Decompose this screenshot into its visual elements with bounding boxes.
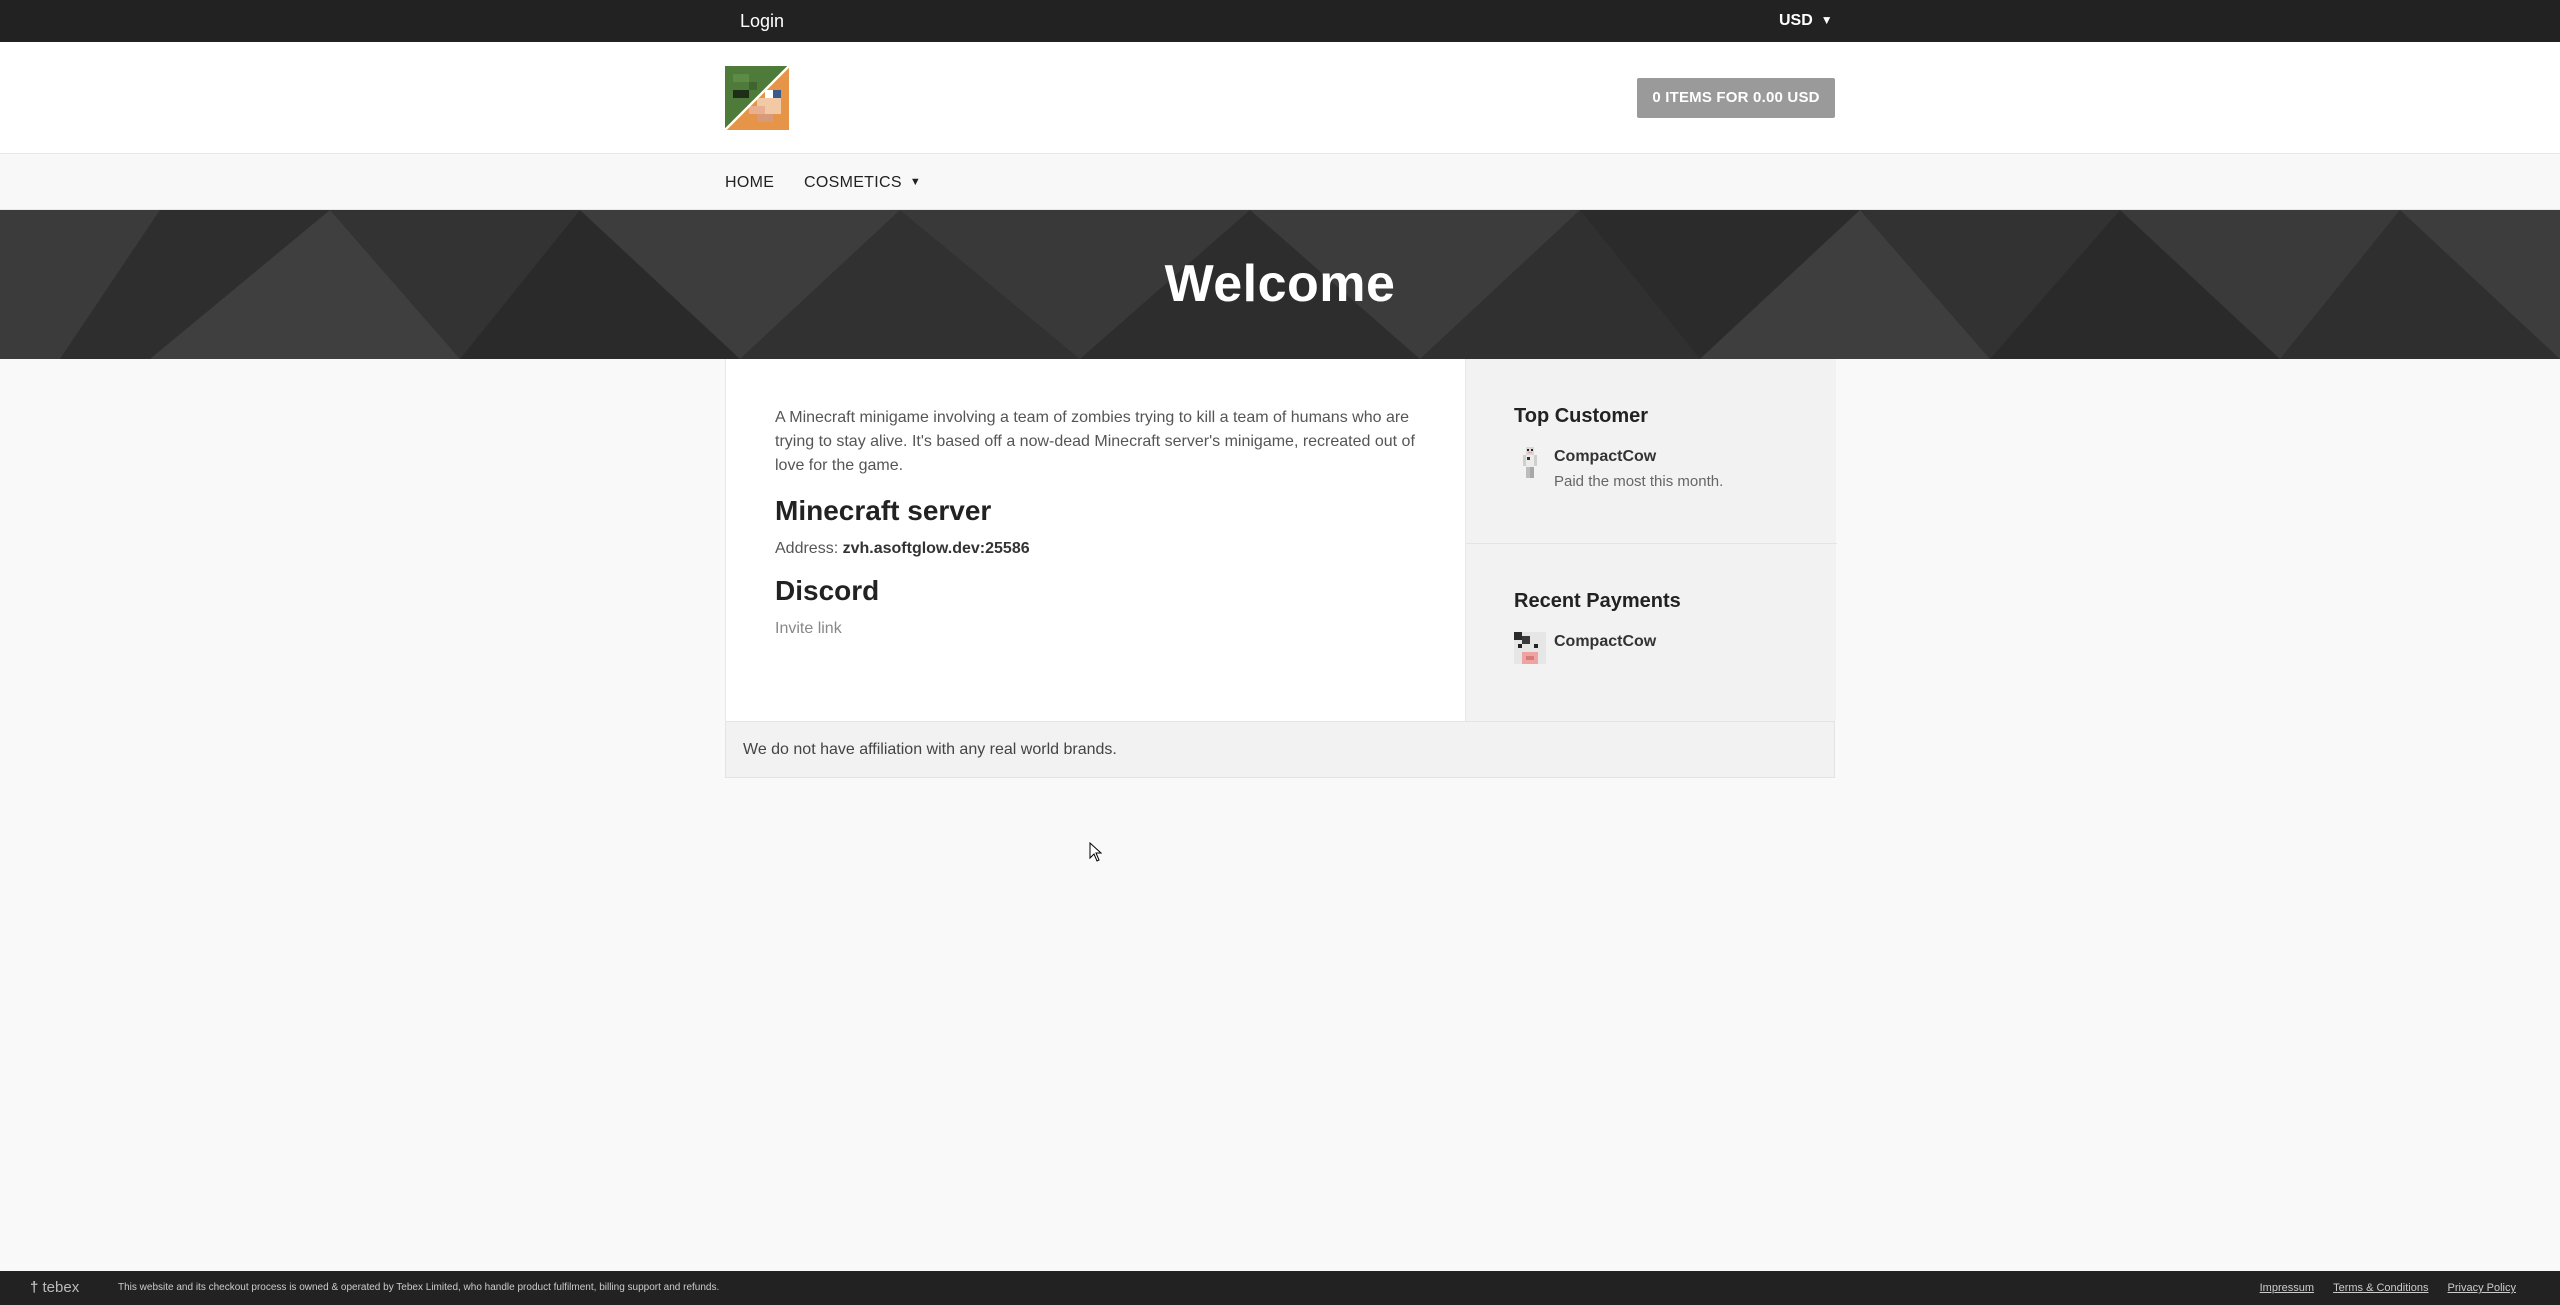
recent-payments-title: Recent Payments	[1514, 590, 1681, 612]
recent-payments-module: Recent Payments CompactCow	[1466, 544, 1837, 721]
store-description: A Minecraft minigame involving a team of…	[775, 409, 1415, 474]
tebex-logo[interactable]: † tebex	[30, 1271, 79, 1305]
content-area: A Minecraft minigame involving a team of…	[775, 406, 1415, 638]
server-address: Address: zvh.asoftglow.dev:25586	[775, 540, 1415, 558]
footer-links: Impressum Terms & Conditions Privacy Pol…	[2244, 1271, 2516, 1305]
nav-item-cosmetics[interactable]: COSMETICS ▼	[804, 155, 921, 210]
chevron-down-icon: ▼	[909, 176, 922, 188]
basket-button[interactable]: 0 ITEMS FOR 0.00 USD	[1637, 78, 1835, 118]
nav-item-home[interactable]: HOME	[725, 155, 774, 210]
footer-link-impressum[interactable]: Impressum	[2260, 1282, 2314, 1294]
chevron-down-icon: ▼	[1820, 13, 1833, 27]
tebex-wordmark: tebex	[42, 1279, 80, 1296]
top-customer-subtitle: Paid the most this month.	[1554, 473, 1724, 490]
avatar	[1514, 632, 1546, 664]
discord-heading: Discord	[775, 575, 880, 606]
store-logo[interactable]	[725, 66, 789, 130]
sidebar: Top Customer CompactCow Paid the most th…	[1465, 359, 1837, 721]
top-customer-title: Top Customer	[1514, 405, 1649, 427]
top-customer-module: Top Customer CompactCow Paid the most th…	[1466, 359, 1837, 544]
main-navigation: HOME COSMETICS ▼	[0, 155, 2560, 210]
top-bar: Login USD ▼	[0, 0, 2560, 42]
footer-link-privacy[interactable]: Privacy Policy	[2448, 1282, 2516, 1294]
nav-item-label: COSMETICS	[804, 174, 902, 191]
footer-link-terms[interactable]: Terms & Conditions	[2333, 1282, 2428, 1294]
login-link[interactable]: Login	[740, 0, 784, 42]
address-value: zvh.asoftglow.dev:25586	[842, 540, 1030, 557]
mouse-cursor-icon	[1089, 842, 1103, 862]
zombie-human-logo-icon	[725, 66, 789, 130]
address-label: Address:	[775, 540, 839, 557]
player-skin-icon	[1523, 447, 1537, 478]
avatar	[1514, 447, 1546, 479]
recent-payment-name[interactable]: CompactCow	[1554, 633, 1656, 651]
main-panel: A Minecraft minigame involving a team of…	[725, 359, 1837, 721]
discord-invite-link[interactable]: Invite link	[775, 620, 1415, 638]
affiliation-notice: We do not have affiliation with any real…	[725, 721, 1835, 778]
currency-selector[interactable]: USD ▼	[1779, 0, 1833, 42]
currency-label: USD	[1779, 12, 1813, 29]
top-customer-name[interactable]: CompactCow	[1554, 448, 1656, 466]
server-heading: Minecraft server	[775, 495, 992, 526]
footer: † tebex This website and its checkout pr…	[0, 1271, 2560, 1305]
header: 0 ITEMS FOR 0.00 USD	[0, 42, 2560, 154]
player-head-icon	[1514, 632, 1546, 664]
page-title: Welcome	[1164, 255, 1396, 313]
hero-banner: Welcome	[0, 210, 2560, 359]
tebex-notice: This website and its checkout process is…	[118, 1282, 720, 1293]
tebex-icon: †	[30, 1279, 39, 1296]
